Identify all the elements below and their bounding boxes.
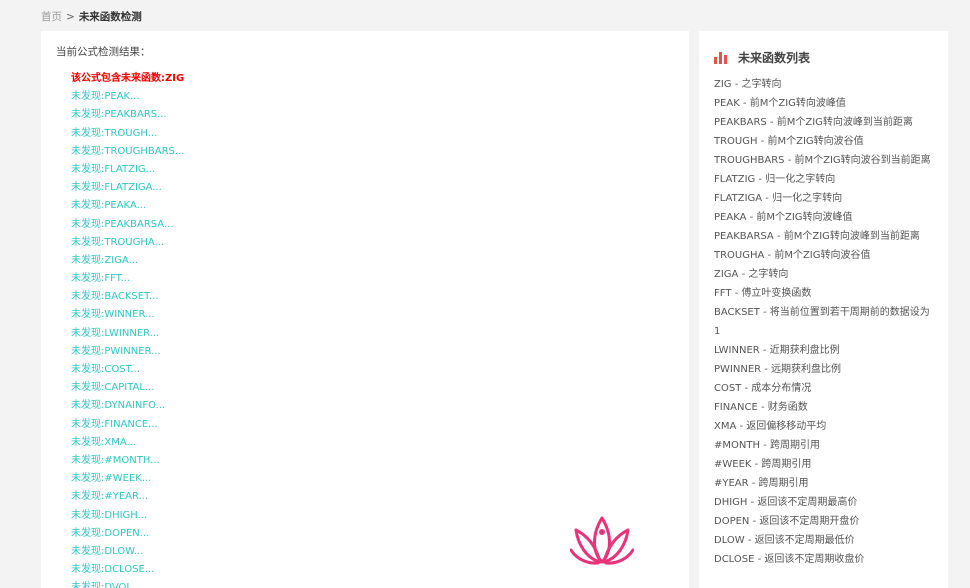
bar-chart-icon — [714, 51, 727, 64]
function-list-item[interactable]: FFT - 傅立叶变换函数 — [714, 284, 936, 303]
result-item[interactable]: 未发现:DYNAINFO... — [71, 397, 184, 415]
result-list: 该公式包含未来函数:ZIG 未发现:PEAK... 未发现:PEAKBARS... 未… — [71, 70, 184, 588]
result-item[interactable]: 未发现:PEAK... — [71, 88, 184, 106]
function-list-item[interactable]: TROUGHA - 前M个ZIG转向波谷值 — [714, 246, 936, 265]
function-list-header: 未来函数列表 — [714, 49, 810, 66]
breadcrumb-home-link[interactable]: 首页 — [41, 11, 62, 23]
result-item[interactable]: 未发现:FLATZIG... — [71, 161, 184, 179]
function-list-item[interactable]: DOPEN - 返回该不定周期开盘价 — [714, 512, 936, 531]
result-item[interactable]: 未发现:PEAKBARS... — [71, 106, 184, 124]
function-list-item[interactable]: PEAKBARS - 前M个ZIG转向波峰到当前距离 — [714, 113, 936, 132]
breadcrumb-separator: > — [66, 11, 75, 23]
result-item[interactable]: 未发现:DHIGH... — [71, 507, 184, 525]
result-item[interactable]: 未发现:WINNER... — [71, 306, 184, 324]
function-list-panel: 未来函数列表 ZIG - 之字转向 PEAK - 前M个ZIG转向波峰值 PEAKB… — [699, 31, 948, 588]
function-list-item[interactable]: ZIGA - 之字转向 — [714, 265, 936, 284]
result-item[interactable]: 未发现:CAPITAL... — [71, 379, 184, 397]
result-item[interactable]: 未发现:PWINNER... — [71, 343, 184, 361]
function-list-item[interactable]: #MONTH - 跨周期引用 — [714, 436, 936, 455]
result-item[interactable]: 未发现:DOPEN... — [71, 525, 184, 543]
function-list-item[interactable]: TROUGH - 前M个ZIG转向波谷值 — [714, 132, 936, 151]
function-list-item[interactable]: #YEAR - 跨周期引用 — [714, 474, 936, 493]
result-item[interactable]: 未发现:FLATZIGA... — [71, 179, 184, 197]
function-list-item[interactable]: TROUGHBARS - 前M个ZIG转向波谷到当前距离 — [714, 151, 936, 170]
function-list-item[interactable]: FLATZIGA - 归一化之字转向 — [714, 189, 936, 208]
function-list-item[interactable]: #WEEK - 跨周期引用 — [714, 455, 936, 474]
function-list-item[interactable]: FINANCE - 财务函数 — [714, 398, 936, 417]
result-item[interactable]: 未发现:TROUGHBARS... — [71, 143, 184, 161]
function-list-item[interactable]: XMA - 返回偏移移动平均 — [714, 417, 936, 436]
result-panel: 当前公式检测结果： 该公式包含未来函数:ZIG 未发现:PEAK... 未发现:PE… — [41, 31, 689, 588]
function-list-item[interactable]: ZIG - 之字转向 — [714, 75, 936, 94]
result-item[interactable]: 未发现:FINANCE... — [71, 416, 184, 434]
function-list-item[interactable]: DLOW - 返回该不定周期最低价 — [714, 531, 936, 550]
result-item[interactable]: 未发现:ZIGA... — [71, 252, 184, 270]
result-item[interactable]: 未发现:PEAKA... — [71, 197, 184, 215]
future-function-alert: 该公式包含未来函数:ZIG — [71, 73, 185, 84]
function-list-item[interactable]: DHIGH - 返回该不定周期最高价 — [714, 493, 936, 512]
result-item[interactable]: 未发现:#WEEK... — [71, 470, 184, 488]
result-item[interactable]: 未发现:DVOL... — [71, 579, 184, 588]
function-list-item[interactable]: PEAK - 前M个ZIG转向波峰值 — [714, 94, 936, 113]
function-list-item[interactable]: LWINNER - 近期获利盘比例 — [714, 341, 936, 360]
result-item[interactable]: 未发现:TROUGHA... — [71, 234, 184, 252]
result-item[interactable]: 未发现:#MONTH... — [71, 452, 184, 470]
result-item[interactable]: 未发现:DLOW... — [71, 543, 184, 561]
function-list-title: 未来函数列表 — [738, 51, 811, 65]
result-item[interactable]: 未发现:#YEAR... — [71, 488, 184, 506]
result-item[interactable]: 未发现:DCLOSE... — [71, 561, 184, 579]
result-item[interactable]: 未发现:XMA... — [71, 434, 184, 452]
function-list-item[interactable]: DCLOSE - 返回该不定周期收盘价 — [714, 550, 936, 569]
result-item[interactable]: 未发现:COST... — [71, 361, 184, 379]
result-item[interactable]: 未发现:PEAKBARSA... — [71, 216, 184, 234]
result-item[interactable]: 未发现:BACKSET... — [71, 288, 184, 306]
result-heading: 当前公式检测结果： — [56, 46, 151, 58]
function-list-item[interactable]: PEAKA - 前M个ZIG转向波峰值 — [714, 208, 936, 227]
function-list-item[interactable]: PWINNER - 远期获利盘比例 — [714, 360, 936, 379]
result-item[interactable]: 未发现:LWINNER... — [71, 325, 184, 343]
breadcrumb: 首页 > 未来函数检测 — [41, 9, 142, 25]
function-list-item[interactable]: FLATZIG - 归一化之字转向 — [714, 170, 936, 189]
result-item[interactable]: 未发现:FFT... — [71, 270, 184, 288]
function-list: ZIG - 之字转向 PEAK - 前M个ZIG转向波峰值 PEAKBARS - 前… — [714, 75, 936, 569]
result-item[interactable]: 未发现:TROUGH... — [71, 125, 184, 143]
function-list-item[interactable]: PEAKBARSA - 前M个ZIG转向波峰到当前距离 — [714, 227, 936, 246]
breadcrumb-current: 未来函数检测 — [78, 11, 142, 23]
lotus-logo-icon — [570, 516, 634, 565]
function-list-item[interactable]: BACKSET - 将当前位置到若干周期前的数据设为1 — [714, 303, 936, 341]
function-list-item[interactable]: COST - 成本分布情况 — [714, 379, 936, 398]
